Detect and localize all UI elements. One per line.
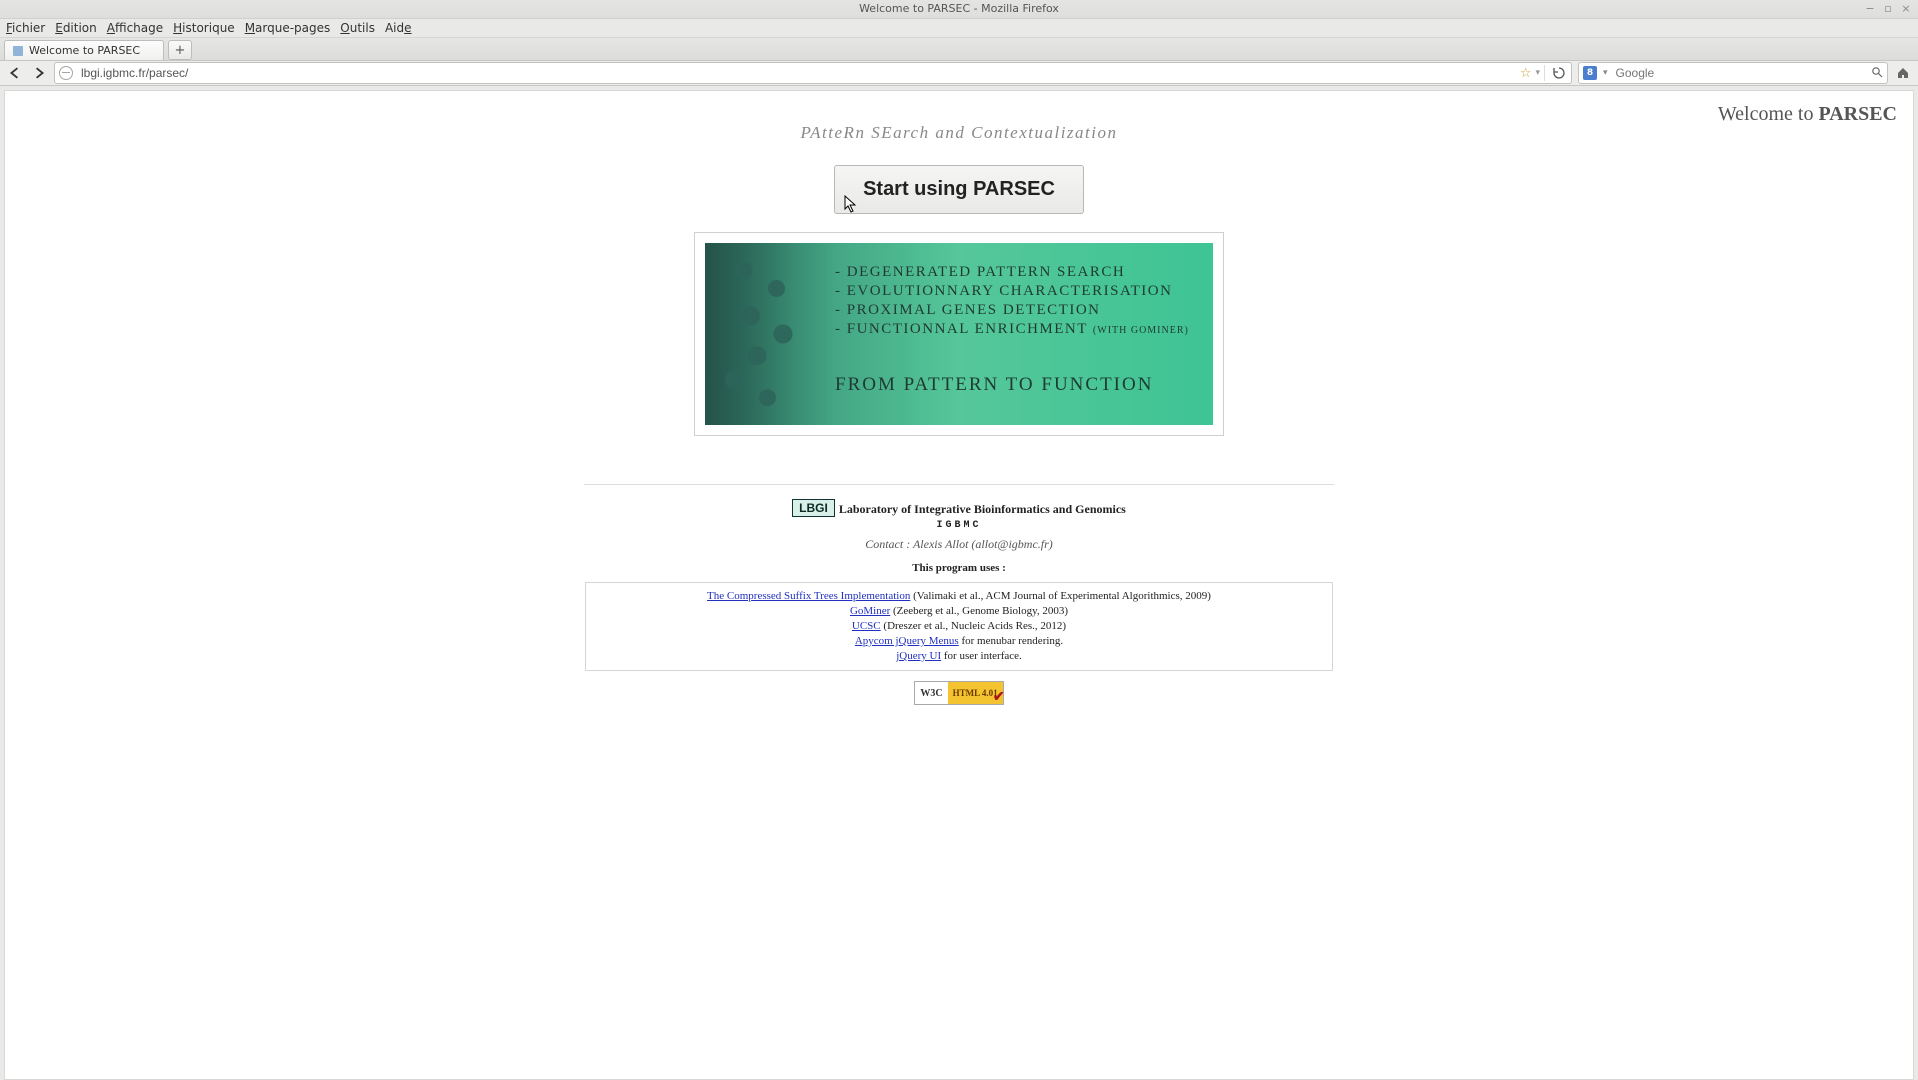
- window-title: Welcome to PARSEC - Mozilla Firefox: [859, 2, 1059, 15]
- menu-edition[interactable]: Edition: [55, 21, 97, 35]
- bookmark-star-icon[interactable]: ☆: [1520, 66, 1532, 81]
- divider: [584, 484, 1334, 485]
- url-input[interactable]: [79, 65, 1514, 81]
- credit-line-2: GoMiner (Zeeberg et al., Genome Biology,…: [594, 604, 1324, 619]
- banner-item-2: - EVOLUTIONNARY CHARACTERISATION: [835, 282, 1201, 301]
- credit-line-3: UCSC (Dreszer et al., Nucleic Acids Res.…: [594, 619, 1324, 634]
- credit-line-1: The Compressed Suffix Trees Implementati…: [594, 589, 1324, 604]
- navbar: ☆ ▾ 8 ▾: [0, 61, 1918, 86]
- footer: LBGI Laboratory of Integrative Bioinform…: [579, 499, 1339, 705]
- feed-dropdown-icon[interactable]: ▾: [1535, 68, 1540, 78]
- menu-marquepages[interactable]: Marque-pages: [245, 21, 331, 35]
- tab-favicon-icon: [13, 46, 23, 56]
- contact-line: Contact : Alexis Allot (allot@igbmc.fr): [579, 537, 1339, 552]
- credits-box: The Compressed Suffix Trees Implementati…: [585, 582, 1333, 671]
- w3c-badge-left: W3C: [915, 682, 947, 704]
- credit-link-3[interactable]: UCSC: [852, 620, 881, 632]
- credit-line-5: jQuery UI for user interface.: [594, 649, 1324, 664]
- dna-helix-image: [705, 243, 835, 425]
- search-bar[interactable]: 8 ▾: [1578, 62, 1888, 84]
- uses-title: This program uses :: [579, 562, 1339, 574]
- tabstrip: Welcome to PARSEC +: [0, 37, 1918, 61]
- w3c-badge-right: HTML 4.01: [948, 682, 1003, 704]
- menu-fichier[interactable]: Fichier: [6, 21, 45, 35]
- window-titlebar: Welcome to PARSEC - Mozilla Firefox − ▫ …: [0, 0, 1918, 19]
- search-engine-icon[interactable]: 8: [1583, 66, 1597, 80]
- globe-icon: [59, 66, 73, 80]
- window-maximize-icon[interactable]: ▫: [1882, 3, 1894, 15]
- url-bar[interactable]: ☆ ▾: [54, 62, 1572, 84]
- page-title: Welcome to PARSEC: [1718, 103, 1897, 126]
- search-input[interactable]: [1614, 65, 1865, 81]
- banner: - DEGENERATED PATTERN SEARCH - EVOLUTION…: [705, 243, 1213, 425]
- nav-back-button[interactable]: [6, 64, 24, 82]
- credit-link-2[interactable]: GoMiner: [850, 605, 890, 617]
- lbgi-label: Laboratory of Integrative Bioinformatics…: [839, 502, 1126, 517]
- tab-active[interactable]: Welcome to PARSEC: [4, 40, 164, 60]
- banner-item-1: - DEGENERATED PATTERN SEARCH: [835, 263, 1201, 282]
- tab-title: Welcome to PARSEC: [29, 44, 140, 57]
- igbmc-label: IGBMC: [579, 520, 1339, 531]
- credit-link-1[interactable]: The Compressed Suffix Trees Implementati…: [707, 590, 910, 602]
- credit-link-5[interactable]: jQuery UI: [896, 650, 941, 662]
- tagline: PAtteRn SEarch and Contextualization: [5, 91, 1913, 143]
- window-minimize-icon[interactable]: −: [1864, 3, 1876, 15]
- menu-aide[interactable]: Aide: [385, 21, 412, 35]
- search-icon[interactable]: [1871, 66, 1883, 81]
- menu-affichage[interactable]: Affichage: [107, 21, 163, 35]
- reload-button[interactable]: [1544, 65, 1567, 81]
- search-engine-dropdown-icon[interactable]: ▾: [1603, 68, 1608, 78]
- banner-item-4: - FUNCTIONNAL ENRICHMENT (WITH GOMINER): [835, 320, 1201, 340]
- window-close-icon[interactable]: ×: [1900, 3, 1912, 15]
- menu-outils[interactable]: Outils: [340, 21, 375, 35]
- home-button[interactable]: [1894, 64, 1912, 82]
- new-tab-button[interactable]: +: [168, 40, 192, 60]
- banner-item-3: - PROXIMAL GENES DETECTION: [835, 301, 1201, 320]
- nav-forward-button[interactable]: [30, 64, 48, 82]
- banner-slogan: FROM PATTERN TO FUNCTION: [835, 374, 1201, 396]
- w3c-badge[interactable]: W3C HTML 4.01: [914, 681, 1003, 705]
- credit-line-4: Apycom jQuery Menus for menubar renderin…: [594, 634, 1324, 649]
- lbgi-badge: LBGI: [792, 499, 835, 517]
- banner-frame: - DEGENERATED PATTERN SEARCH - EVOLUTION…: [694, 232, 1224, 436]
- start-using-parsec-button[interactable]: Start using PARSEC: [834, 165, 1084, 214]
- menubar: Fichier Edition Affichage Historique Mar…: [0, 19, 1918, 37]
- page-viewport: Welcome to PARSEC PAtteRn SEarch and Con…: [4, 90, 1914, 1080]
- menu-historique[interactable]: Historique: [173, 21, 235, 35]
- credit-link-4[interactable]: Apycom jQuery Menus: [855, 635, 959, 647]
